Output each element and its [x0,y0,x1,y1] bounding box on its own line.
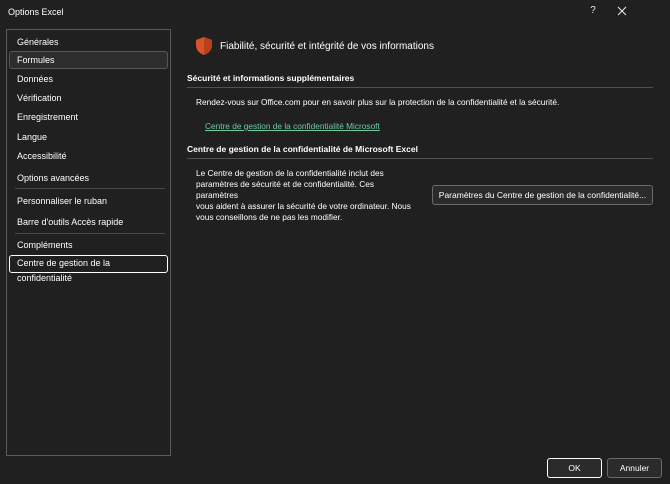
trust-center-settings-button[interactable]: Paramètres du Centre de gestion de la co… [432,185,653,205]
sidebar-item-options-avancees[interactable]: Options avancées [9,169,168,187]
sidebar-item-enregistrement[interactable]: Enregistrement [9,108,168,126]
close-icon [617,6,627,16]
trust-center-description: Le Centre de gestion de la confidentiali… [196,168,411,223]
sidebar-item-langue[interactable]: Langue [9,128,168,146]
sidebar-item-formules[interactable]: Formules [9,51,168,69]
cancel-button[interactable]: Annuler [607,458,662,478]
close-button[interactable] [614,3,630,19]
title-bar: Options Excel ? [0,0,670,24]
window-title: Options Excel [8,7,64,17]
shield-icon [194,36,214,56]
section-divider [187,87,653,88]
sidebar-item-personnaliser-ruban[interactable]: Personnaliser le ruban [9,192,168,210]
sidebar-item-complements[interactable]: Compléments [9,236,168,254]
ok-button[interactable]: OK [547,458,602,478]
description-line: vous conseillons de ne pas les modifier. [196,212,343,222]
sidebar-item-centre-confidentialite[interactable]: Centre de gestion de la confidentialité [9,255,168,283]
section-title-excel-trust-center: Centre de gestion de la confidentialité … [187,144,418,154]
help-button[interactable]: ? [586,3,600,19]
sidebar-nav: Générales Formules Données Vérification … [6,29,171,456]
sidebar-item-barre-outils[interactable]: Barre d'outils Accès rapide [9,213,168,231]
page-title: Fiabilité, sécurité et intégrité de vos … [220,41,434,52]
description-line: vous aident à assurer la sécurité de vot… [196,201,411,211]
security-info-text: Rendez-vous sur Office.com pour en savoi… [196,97,560,107]
section-divider [187,158,653,159]
sidebar-item-generales[interactable]: Générales [9,33,168,51]
sidebar-separator [15,233,165,234]
sidebar-separator [15,188,165,189]
sidebar-item-verification[interactable]: Vérification [9,89,168,107]
microsoft-trust-center-link[interactable]: Centre de gestion de la confidentialité … [205,121,380,131]
sidebar-item-donnees[interactable]: Données [9,70,168,88]
section-title-security: Sécurité et informations supplémentaires [187,73,355,83]
description-line: Le Centre de gestion de la confidentiali… [196,168,384,178]
sidebar-item-accessibilite[interactable]: Accessibilité [9,147,168,165]
description-line: paramètres de sécurité et de confidentia… [196,179,375,200]
